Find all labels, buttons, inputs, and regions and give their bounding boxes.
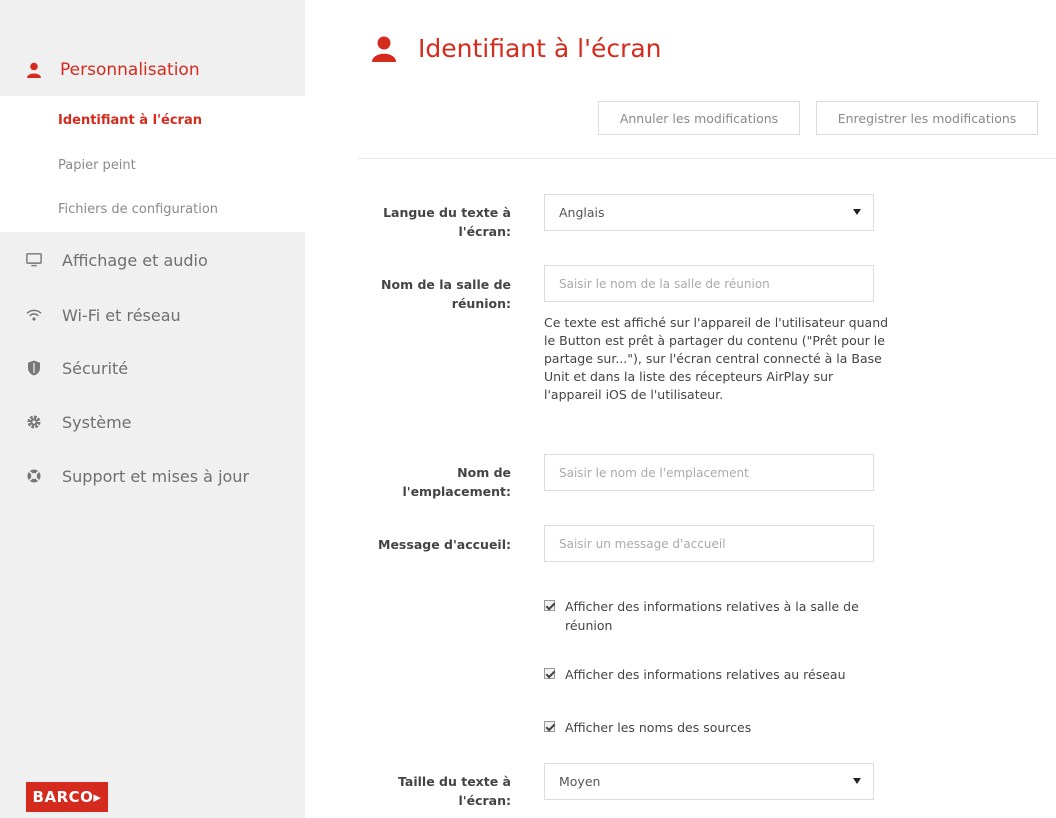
sidebar-group-personnalisation[interactable]: Personnalisation bbox=[0, 46, 305, 94]
wifi-icon bbox=[26, 307, 42, 323]
text-size-select[interactable]: Moyen bbox=[544, 763, 874, 800]
caret-down-icon bbox=[853, 778, 861, 784]
sidebar-group-label: Personnalisation bbox=[60, 60, 200, 80]
checkbox-room-info[interactable]: Afficher des informations relatives à la… bbox=[544, 597, 875, 635]
checkbox-checked[interactable] bbox=[544, 721, 555, 732]
sidebar-item-label: Sécurité bbox=[62, 358, 129, 378]
checkbox-checked[interactable] bbox=[544, 668, 555, 679]
sidebar-item-securite[interactable]: Sécurité bbox=[0, 348, 305, 388]
header-divider bbox=[358, 158, 1056, 159]
save-button[interactable]: Enregistrer les modifications bbox=[816, 101, 1038, 135]
lifebuoy-icon bbox=[26, 468, 42, 484]
sidebar-item-label: Affichage et audio bbox=[62, 250, 208, 270]
page-header: Identifiant à l'écran bbox=[372, 34, 662, 63]
checkbox-checked[interactable] bbox=[544, 600, 555, 611]
barco-logo: BARCO ▸ bbox=[26, 782, 108, 812]
welcome-label: Message d'accueil: bbox=[378, 537, 511, 552]
checkbox-label: Afficher des informations relatives au r… bbox=[565, 667, 846, 682]
sidebar-submenu: Identifiant à l'écran Papier peint Fichi… bbox=[0, 96, 305, 232]
welcome-input[interactable]: Saisir un message d'accueil bbox=[544, 525, 874, 562]
sidebar-item-label: Support et mises à jour bbox=[62, 466, 250, 486]
gear-icon bbox=[26, 414, 42, 430]
text-size-label: Taille du texte à l'écran: bbox=[398, 774, 511, 808]
caret-down-icon bbox=[853, 209, 861, 215]
sidebar: Personnalisation Identifiant à l'écran P… bbox=[0, 0, 305, 818]
room-name-input[interactable]: Saisir le nom de la salle de réunion bbox=[544, 265, 874, 302]
sidebar-subitem-identifiant[interactable]: Identifiant à l'écran bbox=[58, 113, 202, 128]
checkbox-label: Afficher les noms des sources bbox=[565, 720, 752, 735]
checkbox-network-info[interactable]: Afficher des informations relatives au r… bbox=[544, 665, 875, 684]
language-select-value: Anglais bbox=[559, 205, 605, 220]
user-icon bbox=[372, 36, 398, 62]
location-input[interactable]: Saisir le nom de l'emplacement bbox=[544, 454, 874, 491]
user-icon bbox=[26, 62, 42, 78]
room-name-help: Ce texte est affiché sur l'appareil de l… bbox=[544, 315, 889, 402]
sidebar-item-label: Système bbox=[62, 412, 132, 432]
checkbox-source-names[interactable]: Afficher les noms des sources bbox=[544, 718, 875, 737]
sidebar-item-systeme[interactable]: Système bbox=[0, 402, 305, 442]
room-name-label: Nom de la salle de réunion: bbox=[381, 277, 511, 311]
language-select[interactable]: Anglais bbox=[544, 194, 874, 231]
language-label: Langue du texte à l'écran: bbox=[383, 205, 511, 239]
page-title: Identifiant à l'écran bbox=[418, 34, 662, 63]
text-size-select-value: Moyen bbox=[559, 774, 601, 789]
sidebar-item-wifi-reseau[interactable]: Wi-Fi et réseau bbox=[0, 295, 305, 335]
checkbox-label: Afficher des informations relatives à la… bbox=[565, 599, 859, 633]
location-label: Nom de l'emplacement: bbox=[402, 465, 511, 499]
monitor-icon bbox=[26, 252, 42, 268]
cancel-button[interactable]: Annuler les modifications bbox=[598, 101, 800, 135]
sidebar-subitem-fichiers-configuration[interactable]: Fichiers de configuration bbox=[58, 202, 218, 217]
sidebar-item-label: Wi-Fi et réseau bbox=[62, 305, 181, 325]
sidebar-subitem-papier-peint[interactable]: Papier peint bbox=[58, 158, 136, 173]
shield-icon bbox=[26, 360, 42, 376]
sidebar-item-support-mises-a-jour[interactable]: Support et mises à jour bbox=[0, 456, 305, 496]
sidebar-item-affichage-audio[interactable]: Affichage et audio bbox=[0, 240, 305, 280]
